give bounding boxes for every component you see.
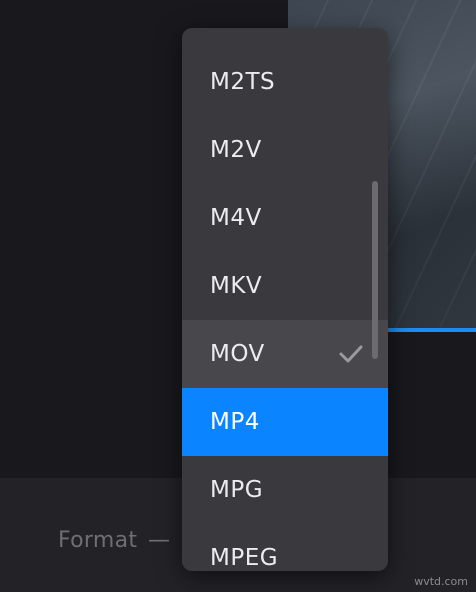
menu-item-label: MKV xyxy=(210,273,263,299)
menu-item-m4v[interactable]: M4V xyxy=(182,184,388,252)
menu-item-label: MOV xyxy=(210,341,265,367)
menu-item-label: MPG xyxy=(210,477,264,503)
menu-item-label: M2TS xyxy=(210,69,276,95)
checkmark-icon xyxy=(339,345,363,363)
menu-item-mov[interactable]: MOV xyxy=(182,320,388,388)
timeline-progress-bar xyxy=(383,328,476,332)
format-menu-list: M2TS M2V M4V MKV MOV MP4 MPG MPEG xyxy=(182,48,388,571)
menu-item-label: M2V xyxy=(210,137,262,163)
format-label: Format xyxy=(58,528,138,553)
menu-scrollbar[interactable] xyxy=(372,181,378,359)
menu-item-mp4[interactable]: MP4 xyxy=(182,388,388,456)
format-dropdown-menu[interactable]: M2TS M2V M4V MKV MOV MP4 MPG MPEG xyxy=(182,28,388,571)
menu-item-m2v[interactable]: M2V xyxy=(182,116,388,184)
menu-item-mkv[interactable]: MKV xyxy=(182,252,388,320)
watermark-text: wvtd.com xyxy=(414,575,468,588)
format-dash: — xyxy=(148,528,170,553)
menu-item-label: MP4 xyxy=(210,409,260,435)
menu-item-mpeg[interactable]: MPEG xyxy=(182,524,388,571)
app-window: Format — M2TS M2V M4V MKV MOV MP4 MPG MP… xyxy=(0,0,476,592)
menu-item-label: MPEG xyxy=(210,545,279,571)
menu-item-mpg[interactable]: MPG xyxy=(182,456,388,524)
menu-item-label: M4V xyxy=(210,205,262,231)
menu-item-m2ts[interactable]: M2TS xyxy=(182,48,388,116)
